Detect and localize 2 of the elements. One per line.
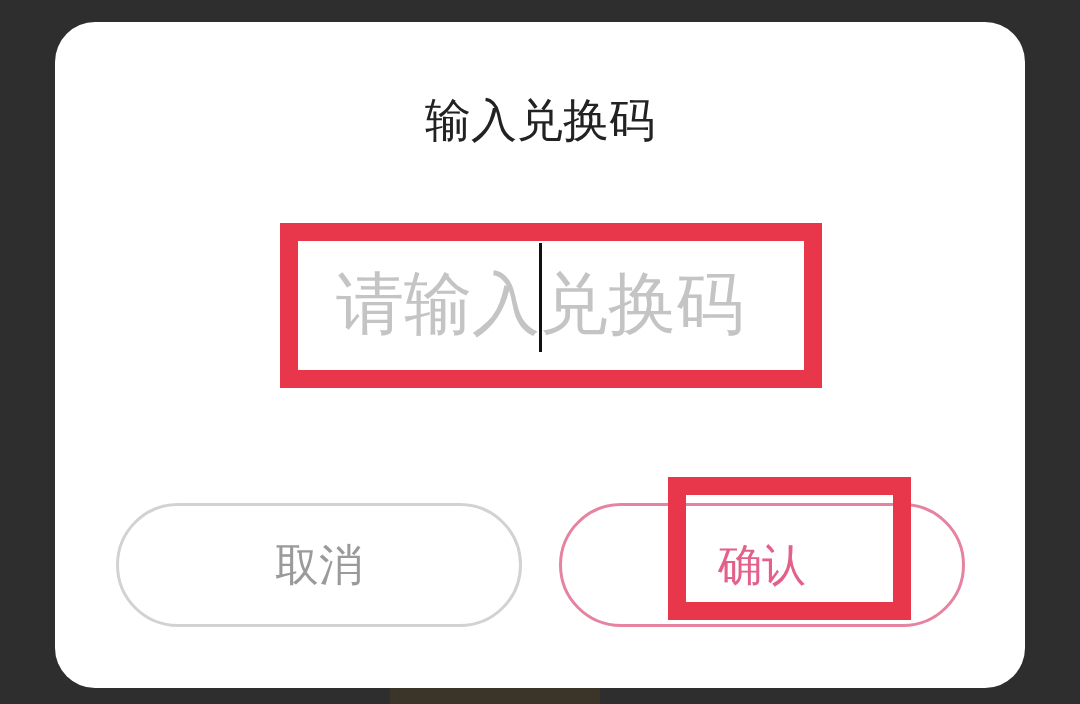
dialog-title: 输入兑换码 [425,97,655,143]
cancel-button[interactable]: 取消 [115,503,522,627]
